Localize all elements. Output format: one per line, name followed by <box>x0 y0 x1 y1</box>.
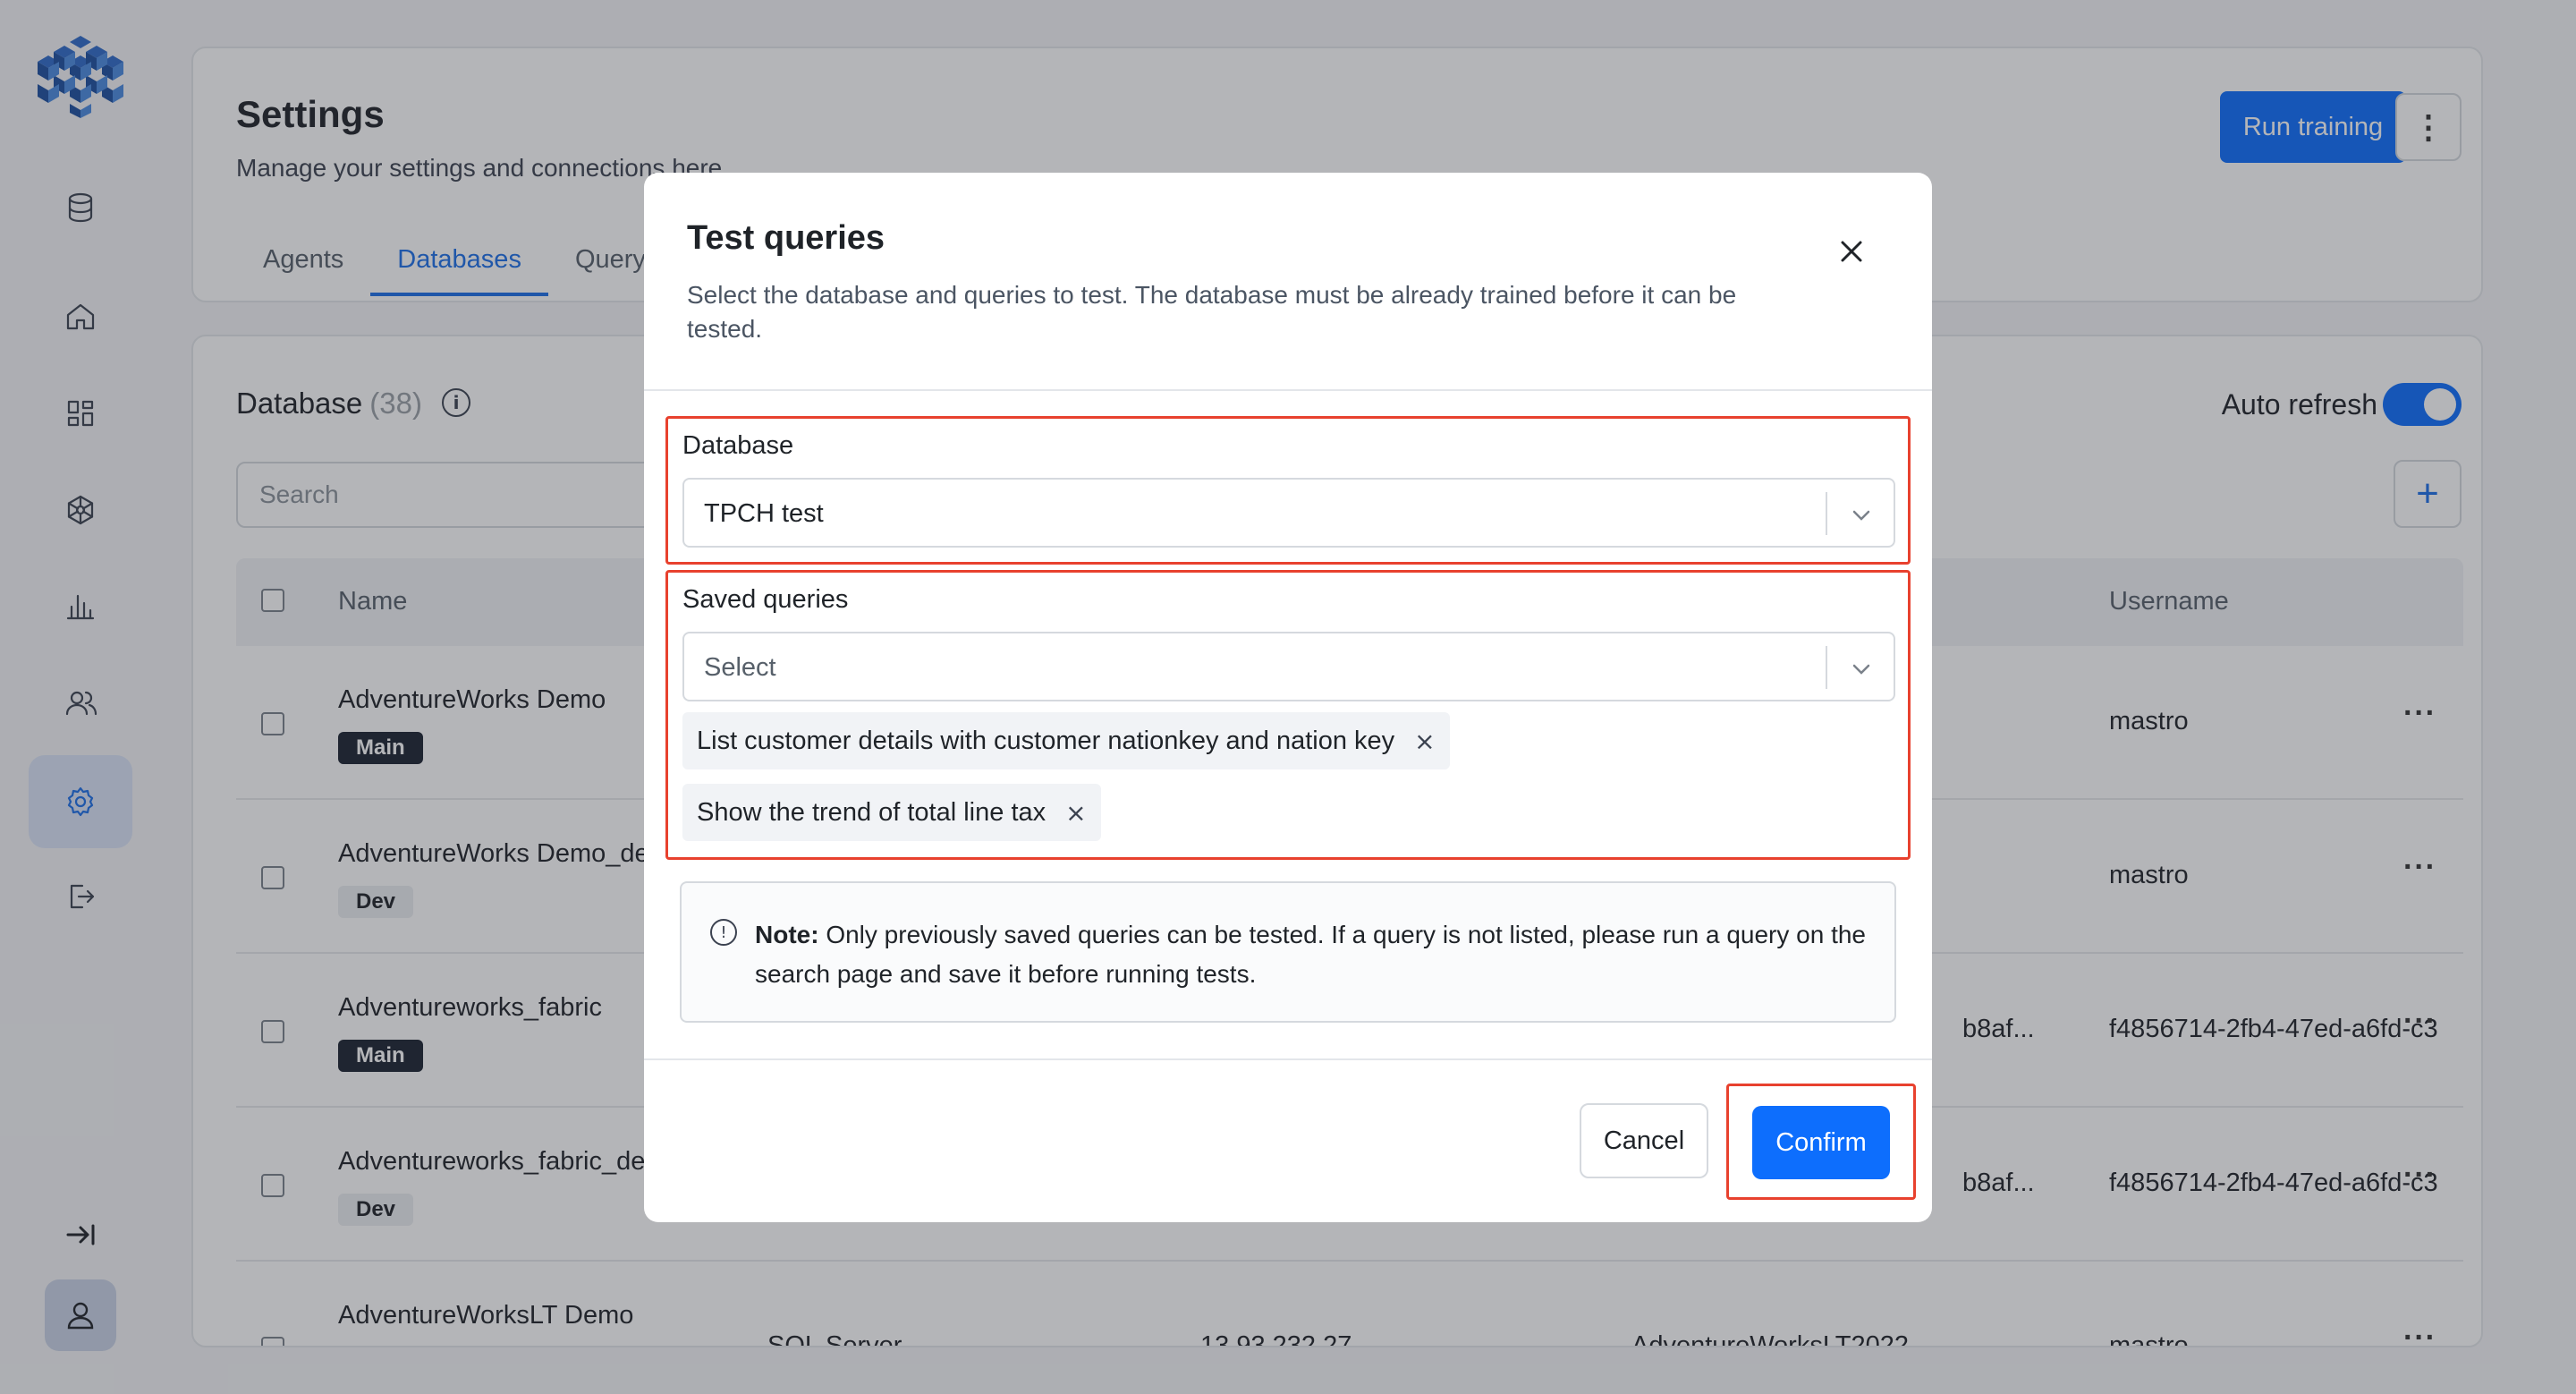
chevron-down-icon[interactable] <box>1849 503 1874 528</box>
chip-label: List customer details with customer nati… <box>697 726 1395 755</box>
database-section: Database TPCH test <box>665 416 1911 565</box>
note-label: Note: <box>755 921 819 948</box>
cancel-button[interactable]: Cancel <box>1580 1103 1708 1178</box>
database-select[interactable]: TPCH test <box>682 478 1895 548</box>
note-body: Only previously saved queries can be tes… <box>755 921 1866 988</box>
saved-queries-select[interactable]: Select <box>682 632 1895 701</box>
select-divider <box>1826 492 1827 535</box>
chevron-down-icon[interactable] <box>1849 657 1874 682</box>
database-label: Database <box>682 431 794 460</box>
select-divider <box>1826 646 1827 689</box>
chip-remove-icon[interactable]: × <box>1065 798 1086 828</box>
modal-footer-divider <box>644 1058 1932 1060</box>
saved-queries-section: Saved queries Select List customer detai… <box>665 570 1911 860</box>
selected-query-chip: Show the trend of total line tax × <box>682 784 1101 841</box>
close-icon[interactable] <box>1835 235 1868 268</box>
note-text: Note: Only previously saved queries can … <box>755 915 1873 994</box>
note-box: ! Note: Only previously saved queries ca… <box>680 881 1896 1023</box>
chip-label: Show the trend of total line tax <box>697 797 1046 827</box>
modal-header: Test queries Select the database and que… <box>644 173 1932 391</box>
test-queries-modal: Test queries Select the database and que… <box>644 173 1932 1222</box>
modal-description: Select the database and queries to test.… <box>687 281 1737 343</box>
confirm-button[interactable]: Confirm <box>1752 1106 1890 1179</box>
database-select-value: TPCH test <box>704 499 824 528</box>
saved-queries-placeholder: Select <box>704 653 776 682</box>
modal-title: Test queries <box>687 219 886 257</box>
info-icon: ! <box>710 919 737 946</box>
selected-query-chip: List customer details with customer nati… <box>682 712 1450 769</box>
chip-remove-icon[interactable]: × <box>1414 727 1435 756</box>
confirm-highlight: Confirm <box>1726 1084 1916 1200</box>
saved-queries-label: Saved queries <box>682 585 849 614</box>
